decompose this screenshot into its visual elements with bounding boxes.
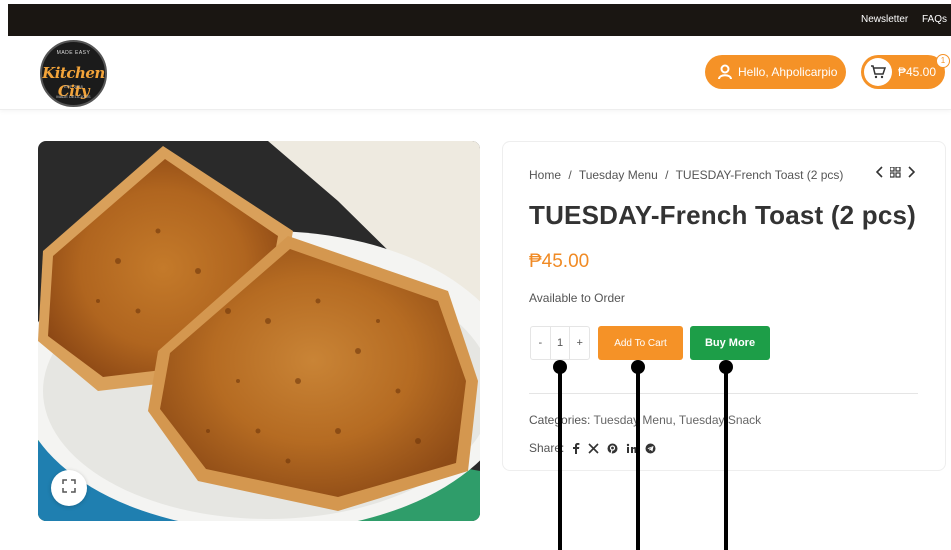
top-bar: Newsletter FAQs [8, 4, 951, 36]
category-link[interactable]: Tuesday Menu [594, 413, 673, 427]
pinterest-icon[interactable] [607, 443, 618, 454]
quantity-stepper: - 1 + [530, 326, 590, 360]
breadcrumb: Home / Tuesday Menu / TUESDAY-French Toa… [529, 168, 843, 182]
annotation-pointer-line [636, 366, 640, 550]
product-price: ₱45.00 [529, 251, 590, 272]
breadcrumb-current: TUESDAY-French Toast (2 pcs) [675, 168, 844, 182]
cart-icon [864, 58, 892, 86]
category-link[interactable]: Tuesday Snack [679, 413, 761, 427]
breadcrumb-category[interactable]: Tuesday Menu [579, 168, 658, 182]
logo-bottom-text: MADE DELICIOUS [56, 94, 91, 99]
product-title: TUESDAY-French Toast (2 pcs) [529, 200, 917, 230]
cart-button[interactable]: ₱45.00 [861, 55, 945, 89]
user-icon [717, 64, 733, 80]
facebook-icon[interactable] [572, 442, 580, 454]
grid-icon[interactable] [889, 165, 901, 181]
x-icon[interactable] [588, 442, 599, 454]
breadcrumb-separator: / [665, 168, 669, 182]
category-separator: , [672, 413, 676, 427]
expand-icon [62, 478, 76, 498]
account-button[interactable]: Hello, Ahpolicarpio [705, 55, 846, 89]
site-logo[interactable]: MADE EASY Kitchen City EST. 2018 MADE DE… [40, 40, 107, 107]
buy-more-button[interactable]: Buy More [690, 326, 770, 360]
logo-est-text: EST. 2018 [64, 84, 83, 89]
telegram-icon[interactable] [645, 443, 656, 454]
quantity-input[interactable]: 1 [549, 327, 571, 359]
newsletter-link[interactable]: Newsletter [861, 14, 908, 25]
product-nav [875, 165, 916, 181]
annotation-pointer-line [724, 366, 728, 550]
cart-count-badge: 1 [936, 54, 950, 68]
product-image[interactable] [38, 141, 480, 521]
availability-status: Available to Order [529, 291, 625, 305]
add-to-cart-button[interactable]: Add To Cart [598, 326, 683, 360]
cart-total: ₱45.00 [898, 65, 937, 79]
quantity-decrease-button[interactable]: - [531, 327, 550, 359]
annotation-pointer-line [558, 366, 562, 550]
quantity-increase-button[interactable]: + [570, 327, 589, 359]
logo-top-text: MADE EASY [56, 50, 91, 56]
chevron-right-icon[interactable] [907, 166, 916, 181]
breadcrumb-home[interactable]: Home [529, 168, 561, 182]
zoom-button[interactable] [51, 470, 87, 506]
account-greeting: Hello, Ahpolicarpio [738, 65, 838, 79]
breadcrumb-separator: / [568, 168, 572, 182]
faqs-link[interactable]: FAQs [922, 14, 947, 25]
chevron-left-icon[interactable] [875, 166, 884, 181]
